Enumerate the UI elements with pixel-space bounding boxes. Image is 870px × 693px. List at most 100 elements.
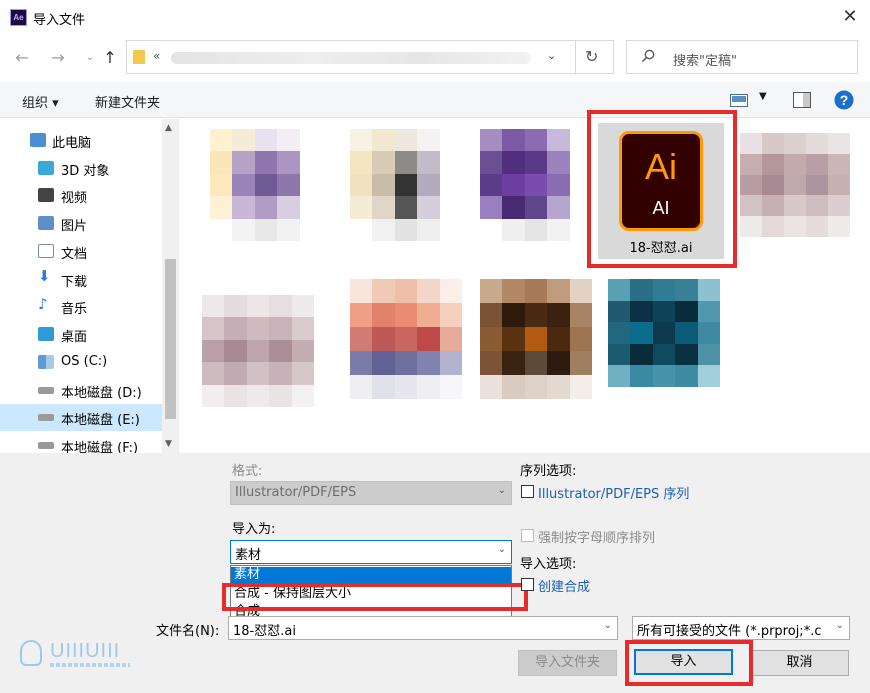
- preview-pane-icon[interactable]: [793, 92, 811, 108]
- sidebar-item-label: 下载: [61, 275, 88, 290]
- scroll-down-icon[interactable]: ▼: [165, 439, 172, 449]
- sidebar-item-label: 音乐: [61, 302, 88, 317]
- document-icon: [38, 244, 54, 258]
- import-as-value: 素材: [235, 548, 262, 563]
- file-thumbnail[interactable]: [210, 129, 322, 241]
- file-thumbnail[interactable]: [350, 129, 462, 241]
- import-button[interactable]: 导入: [634, 649, 733, 675]
- search-placeholder: 搜索"定稿": [673, 54, 737, 69]
- breadcrumb-overflow[interactable]: «: [153, 49, 160, 63]
- sidebar-item-label: 本地磁盘 (D:): [61, 386, 142, 401]
- alphabetical-checkbox: [521, 529, 534, 542]
- picture-icon: [38, 216, 54, 230]
- search-icon: [642, 49, 655, 62]
- sequence-options-label: 序列选项:: [520, 464, 577, 479]
- recent-chevron-icon[interactable]: ⌄: [80, 48, 100, 68]
- view-mode-icon[interactable]: [730, 94, 748, 107]
- sidebar-item-label: OS (C:): [61, 354, 108, 369]
- format-label: 格式:: [232, 464, 263, 479]
- watermark-subtitle: [50, 663, 130, 667]
- chevron-down-icon[interactable]: ⌄: [604, 620, 612, 631]
- create-comp-checkbox[interactable]: [521, 578, 534, 591]
- chevron-down-icon[interactable]: ⌄: [836, 620, 844, 631]
- new-folder-button[interactable]: 新建文件夹: [95, 92, 160, 111]
- illustrator-file-icon: Ai AI: [619, 131, 703, 231]
- view-dropdown-icon[interactable]: ▼: [759, 91, 767, 102]
- cancel-button[interactable]: 取消: [750, 650, 849, 676]
- address-bar[interactable]: « ⌄ ↻: [126, 40, 614, 74]
- filename-value: 18-怼怼.ai: [233, 624, 296, 639]
- command-toolbar: 组织 ▾ 新建文件夹 ▼ ?: [0, 82, 870, 118]
- sidebar-item-label: 桌面: [61, 330, 88, 345]
- sidebar-item-downloads[interactable]: ⬇ 下载: [0, 266, 162, 293]
- dropdown-option-footage[interactable]: 素材: [231, 567, 511, 584]
- dropdown-option-comp-layer-size[interactable]: 合成 - 保持图层大小: [231, 586, 511, 603]
- sidebar-item-this-pc[interactable]: 此电脑: [0, 127, 162, 154]
- sidebar-scrollbar[interactable]: ▲ ▼: [162, 119, 179, 453]
- organize-menu[interactable]: 组织 ▾: [22, 92, 59, 111]
- chevron-down-icon[interactable]: ⌄: [547, 49, 556, 62]
- ai-ext-text: AI: [652, 198, 670, 218]
- alphabetical-checkbox-label: 强制按字母顺序排列: [538, 531, 656, 546]
- import-folder-button: 导入文件夹: [518, 650, 617, 676]
- title-bar: Ae 导入文件 ✕: [0, 0, 870, 34]
- window-title: 导入文件: [33, 13, 86, 28]
- forward-arrow-icon[interactable]: →: [48, 48, 68, 68]
- drive-icon: [38, 414, 54, 421]
- format-select: Illustrator/PDF/EPS ⌄: [230, 481, 512, 505]
- file-type-select[interactable]: 所有可接受的文件 (*.prproj;*.c ⌄: [632, 616, 850, 640]
- sequence-checkbox-label[interactable]: Illustrator/PDF/EPS 序列: [538, 483, 689, 502]
- file-type-value: 所有可接受的文件 (*.prproj;*.c: [637, 624, 822, 639]
- import-as-select[interactable]: 素材 ⌄: [230, 540, 512, 564]
- file-item-selected[interactable]: Ai AI 18-怼怼.ai: [598, 123, 724, 259]
- sidebar-item-desktop[interactable]: 桌面: [0, 321, 162, 348]
- import-options-label: 导入选项:: [520, 557, 577, 572]
- sidebar-item-videos[interactable]: 视频: [0, 182, 162, 209]
- cube-icon: [38, 161, 54, 175]
- sidebar-item-label: 视频: [61, 191, 88, 206]
- filename-label: 文件名(N):: [156, 624, 220, 639]
- sidebar-item-3d-objects[interactable]: 3D 对象: [0, 155, 162, 182]
- drive-icon: [38, 387, 54, 394]
- file-thumbnail[interactable]: [740, 133, 850, 237]
- close-icon[interactable]: ✕: [838, 5, 862, 29]
- search-input[interactable]: 搜索"定稿": [626, 40, 858, 74]
- sidebar-item-pictures[interactable]: 图片: [0, 210, 162, 237]
- format-value: Illustrator/PDF/EPS: [235, 485, 357, 500]
- file-thumbnail[interactable]: [480, 279, 592, 399]
- sidebar-item-label: 3D 对象: [61, 164, 110, 179]
- file-thumbnail[interactable]: [202, 295, 314, 407]
- back-arrow-icon[interactable]: ←: [12, 48, 32, 68]
- ai-logo-text: Ai: [644, 146, 677, 187]
- filename-input[interactable]: 18-怼怼.ai ⌄: [228, 616, 618, 640]
- sidebar-item-os-c[interactable]: OS (C:): [0, 349, 162, 376]
- watermark-logo: UIIIUIII: [20, 640, 140, 670]
- up-arrow-icon[interactable]: ↑: [100, 48, 120, 68]
- file-thumbnail[interactable]: [480, 129, 592, 241]
- sidebar-item-music[interactable]: ♪ 音乐: [0, 293, 162, 320]
- sidebar-item-drive-d[interactable]: 本地磁盘 (D:): [0, 377, 162, 404]
- chevron-down-icon[interactable]: ⌄: [498, 544, 506, 555]
- sidebar-item-documents[interactable]: 文档: [0, 238, 162, 265]
- chevron-down-icon: ⌄: [497, 485, 506, 496]
- drive-icon: [38, 442, 54, 449]
- scrollbar-thumb[interactable]: [165, 259, 176, 419]
- sidebar-item-drive-e[interactable]: 本地磁盘 (E:): [0, 404, 162, 431]
- file-name: 18-怼怼.ai: [629, 241, 693, 256]
- file-thumbnail[interactable]: [608, 279, 720, 387]
- refresh-icon[interactable]: ↻: [585, 47, 598, 66]
- divider: [575, 41, 576, 73]
- scroll-up-icon[interactable]: ▲: [165, 123, 172, 133]
- file-list: Ai AI 18-怼怼.ai: [184, 119, 870, 453]
- create-comp-checkbox-label[interactable]: 创建合成: [538, 576, 590, 595]
- address-row: ← → ⌄ ↑ « ⌄ ↻ 搜索"定稿": [0, 40, 870, 76]
- import-as-label: 导入为:: [232, 522, 276, 537]
- navigation-pane: 此电脑 3D 对象 视频 图片 文档 ⬇ 下载 ♪ 音乐 桌面 OS (C:) …: [0, 119, 180, 456]
- import-as-dropdown[interactable]: 素材 合成 - 保持图层大小 合成: [230, 565, 512, 622]
- file-thumbnail[interactable]: [350, 279, 462, 399]
- bulb-icon: [20, 640, 42, 666]
- sequence-checkbox[interactable]: [521, 485, 534, 498]
- watermark-text: UIIIUIII: [50, 640, 121, 662]
- help-icon[interactable]: ?: [834, 90, 854, 110]
- breadcrumb-path-blurred: [171, 52, 531, 64]
